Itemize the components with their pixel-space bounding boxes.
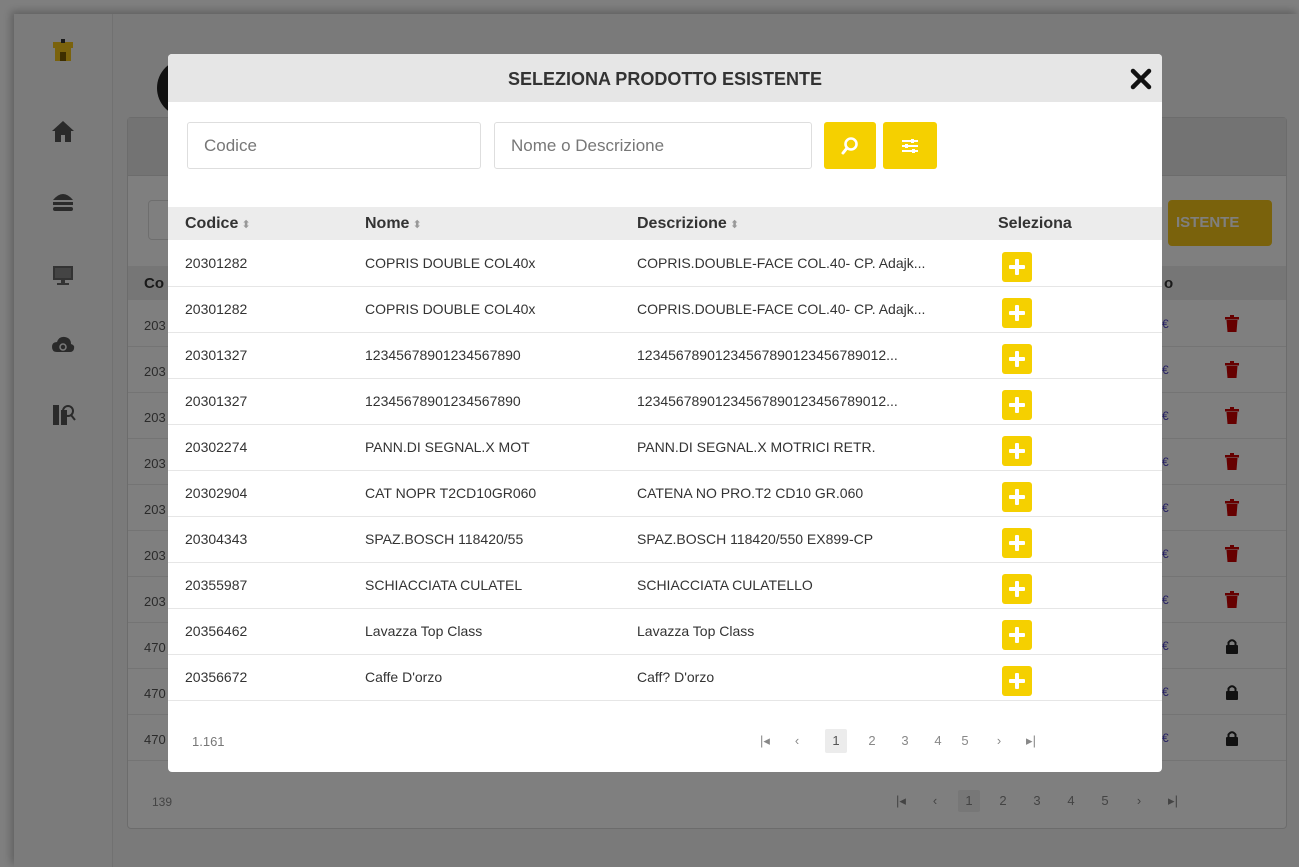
table-row: 20301327 12345678901234567890 123456789012… <box>168 379 1162 425</box>
row-name: 12345678901234567890 <box>365 393 521 409</box>
code-search-input[interactable] <box>187 122 481 169</box>
row-description: 1234567890123456789012345678901​2... <box>637 347 898 363</box>
name-description-search-input[interactable] <box>494 122 812 169</box>
close-icon[interactable] <box>1130 68 1152 90</box>
prev-page-button[interactable]: ‹ <box>787 729 807 753</box>
advanced-filter-button[interactable] <box>883 122 937 169</box>
select-product-modal: SELEZIONA PRODOTTO ESISTENTE Codice⬍ Nom… <box>168 54 1162 772</box>
row-name: SPAZ.BOSCH 118420/55 <box>365 531 524 547</box>
sort-icon[interactable]: ⬍ <box>412 219 421 231</box>
row-code: 20302274 <box>185 439 248 455</box>
results-table-header: Codice ⬍ Nome ⬍ Descrizione ⬍ Seleziona <box>168 207 1162 240</box>
first-page-button[interactable]: |◂ <box>755 729 775 753</box>
row-name: CAT NOPR T2CD10GR060 <box>365 485 537 501</box>
row-code: 20301282 <box>185 301 248 317</box>
table-row: 20301282 COPRIS DOUBLE COL40x COPRIS.DOUBL… <box>168 287 1162 333</box>
select-product-button[interactable] <box>1002 252 1032 282</box>
row-name: COPRIS DOUBLE COL40x <box>365 255 536 271</box>
table-row: 20301327 12345678901234567890 123456789012… <box>168 333 1162 379</box>
row-code: 20302904 <box>185 485 248 501</box>
page-button-4[interactable]: 4 <box>931 729 945 753</box>
modal-title: SELEZIONA PRODOTTO ESISTENTE <box>507 69 823 89</box>
select-product-button[interactable] <box>1002 528 1032 558</box>
row-description: Lavazza Top Class <box>637 623 755 639</box>
column-header-select: Seleziona <box>998 215 1072 232</box>
row-description: PANN.DI SEGNAL.X MOTRICI RETR. <box>637 439 876 455</box>
row-code: 20356672 <box>185 669 248 685</box>
row-code: 20355987 <box>185 577 248 593</box>
table-row: 20355987 SCHIACCIATA CULATEL SCHIACCIATA C… <box>168 563 1162 609</box>
table-row: 20356462 Lavazza Top Class Lavazza Top Cla… <box>168 609 1162 655</box>
search-icon <box>841 136 858 154</box>
search-button[interactable] <box>824 122 876 169</box>
next-page-button[interactable]: › <box>989 729 1009 753</box>
row-name: 12345678901234567890 <box>365 347 521 363</box>
page-button-2[interactable]: 2 <box>865 729 879 753</box>
last-page-button[interactable]: ▸| <box>1019 729 1043 753</box>
column-header-code[interactable]: Codice ⬍ <box>185 207 251 242</box>
row-code: 20304343 <box>185 531 248 547</box>
page-button-1[interactable]: 1 <box>825 729 847 753</box>
table-row: 20302274 PANN.DI SEGNAL.X MOT PANN.DI SEGN… <box>168 425 1162 471</box>
results-total-count: 1.161 <box>192 734 225 749</box>
page-button-3[interactable]: 3 <box>898 729 912 753</box>
sort-icon[interactable]: ⬍ <box>730 219 739 231</box>
column-header-description[interactable]: Descrizione ⬍ <box>637 207 739 242</box>
select-product-button[interactable] <box>1002 620 1032 650</box>
row-description: COPRIS.DOUBLE-FACE COL.40- CP. Adajk... <box>637 255 926 271</box>
row-name: Caffe D'orzo <box>365 669 443 685</box>
row-description: CATENA NO PRO.T2 CD10 GR.060 <box>637 485 864 501</box>
select-product-button[interactable] <box>1002 344 1032 374</box>
row-name: Lavazza Top Class <box>365 623 483 639</box>
column-header-name[interactable]: Nome ⬍ <box>365 207 422 242</box>
row-name: PANN.DI SEGNAL.X MOT <box>365 439 530 455</box>
row-code: 20301327 <box>185 347 248 363</box>
row-description: SCHIACCIATA CULATELLO <box>637 577 813 593</box>
row-code: 20301327 <box>185 393 248 409</box>
select-product-button[interactable] <box>1002 574 1032 604</box>
row-description: SPAZ.BOSCH 118420/550 EX899-CP <box>637 531 874 547</box>
sort-icon[interactable]: ⬍ <box>241 219 250 231</box>
modal-header: SELEZIONA PRODOTTO ESISTENTE <box>168 54 1162 102</box>
row-description: COPRIS.DOUBLE-FACE COL.40- CP. Adajk... <box>637 301 926 317</box>
row-code: 20301282 <box>185 255 248 271</box>
select-product-button[interactable] <box>1002 390 1032 420</box>
row-code: 20356462 <box>185 623 248 639</box>
row-name: COPRIS DOUBLE COL40x <box>365 301 536 317</box>
filter-sliders-icon <box>902 138 918 153</box>
select-product-button[interactable] <box>1002 482 1032 512</box>
select-product-button[interactable] <box>1002 436 1032 466</box>
row-name: SCHIACCIATA CULATEL <box>365 577 523 593</box>
select-product-button[interactable] <box>1002 298 1032 328</box>
table-row: 20356672 Caffe D'orzo Caff? D'orzo <box>168 655 1162 701</box>
row-description: Caff? D'orzo <box>637 669 715 685</box>
row-description: 1234567890123456789012345678901​2... <box>637 393 898 409</box>
table-row: 20301282 COPRIS DOUBLE COL40x COPRIS.DOUBL… <box>168 241 1162 287</box>
table-row: 20304343 SPAZ.BOSCH 118420/55 SPAZ.BOSCH 1… <box>168 517 1162 563</box>
page-button-5[interactable]: 5 <box>958 729 972 753</box>
table-row: 20302904 CAT NOPR T2CD10GR060 CATENA NO PR… <box>168 471 1162 517</box>
select-product-button[interactable] <box>1002 666 1032 696</box>
